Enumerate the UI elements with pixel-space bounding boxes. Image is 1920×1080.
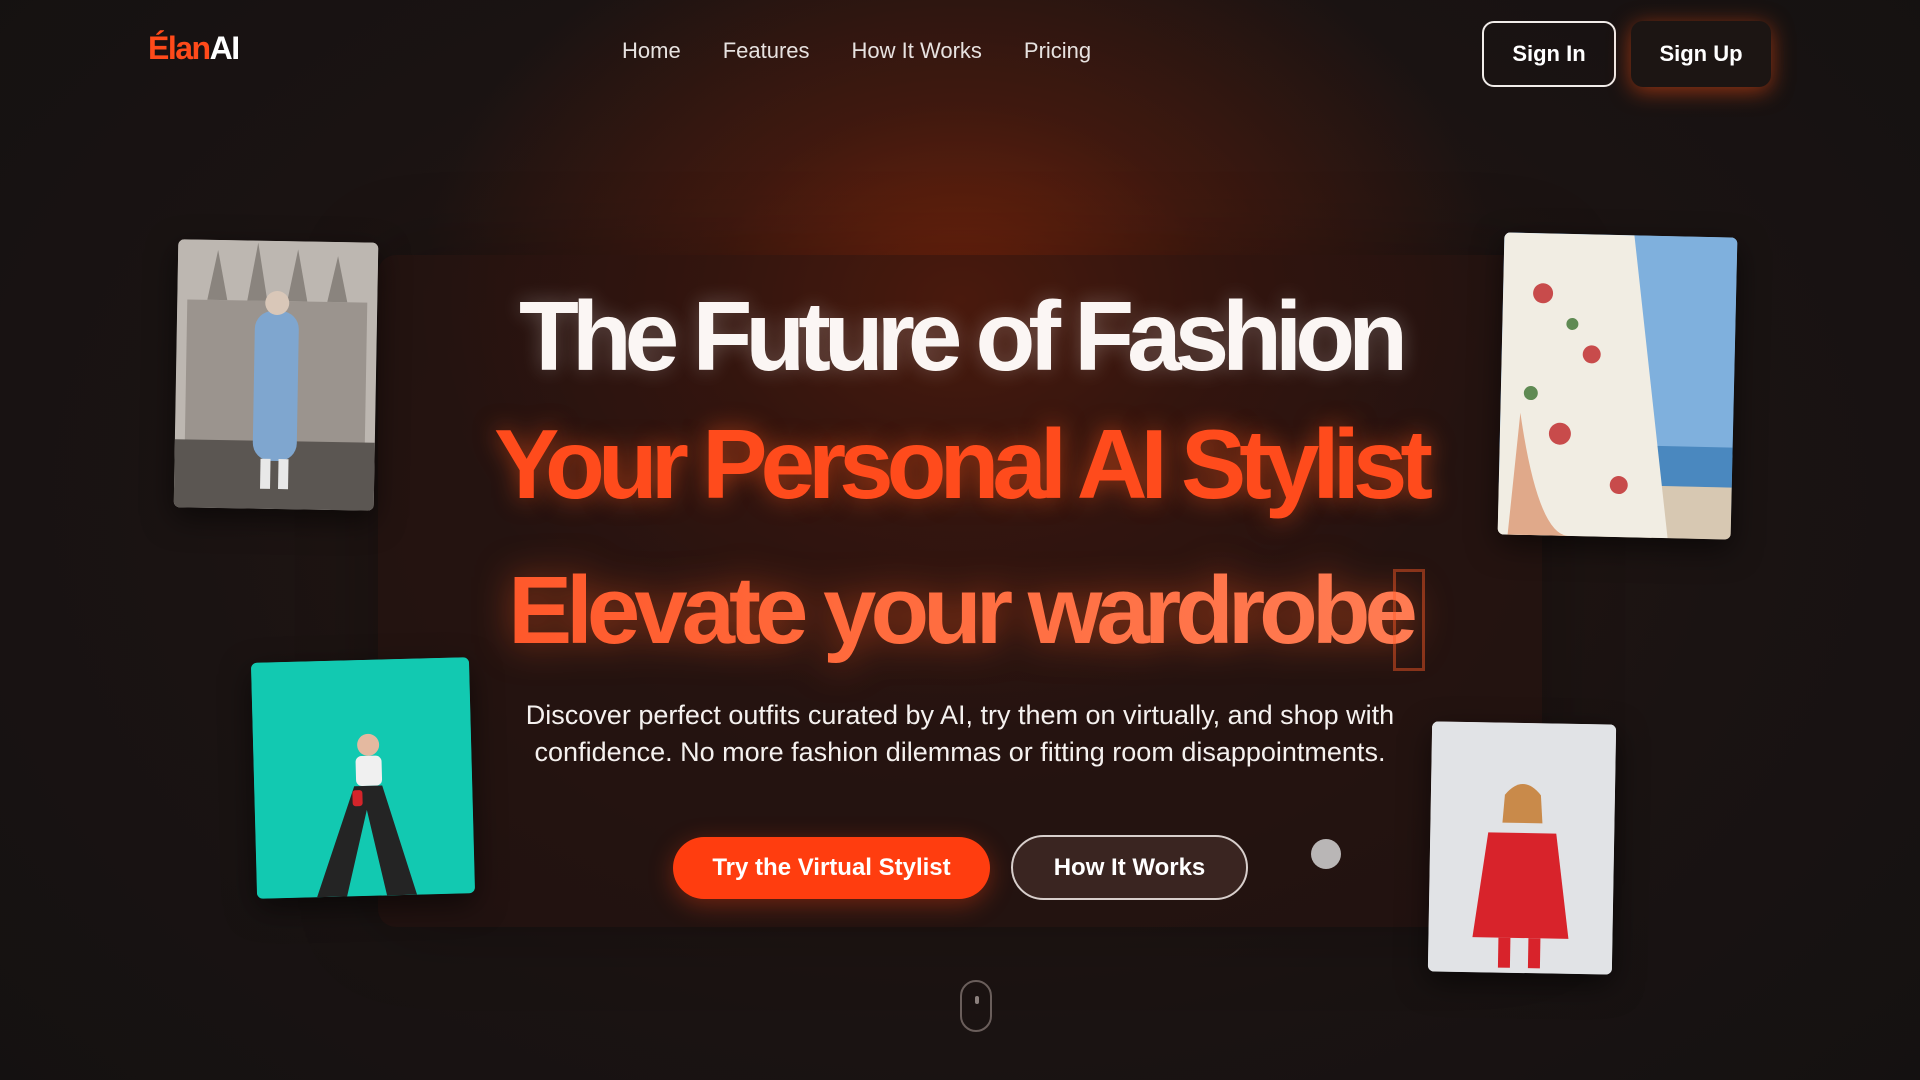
main-nav: Home Features How It Works Pricing: [622, 38, 1091, 64]
nav-home[interactable]: Home: [622, 38, 681, 64]
try-virtual-stylist-button[interactable]: Try the Virtual Stylist: [673, 837, 990, 899]
fashion-photo-teal-wall: [250, 657, 476, 899]
typing-caret: [1393, 569, 1425, 671]
sign-in-button[interactable]: Sign In: [1482, 21, 1616, 87]
scroll-mouse-icon[interactable]: [960, 980, 992, 1032]
logo-accent-text: Élan: [148, 30, 211, 66]
nav-features[interactable]: Features: [723, 38, 810, 64]
how-it-works-button[interactable]: How It Works: [1011, 835, 1248, 900]
nav-pricing[interactable]: Pricing: [1024, 38, 1091, 64]
hero-typing-text: Elevate your wardrobe: [0, 556, 1920, 666]
scroll-wheel: [975, 996, 979, 1004]
fashion-photo-red-sweater: [1427, 721, 1617, 975]
sign-up-button[interactable]: Sign Up: [1631, 21, 1771, 87]
logo-text: AI: [209, 30, 241, 66]
hero-description: Discover perfect outfits curated by AI, …: [525, 700, 1395, 767]
hero-title-secondary: Your Personal AI Stylist: [493, 409, 1433, 519]
cursor-dot: [1311, 839, 1341, 869]
brand-logo[interactable]: ÉlanAI: [148, 30, 241, 67]
nav-how-it-works[interactable]: How It Works: [852, 38, 982, 64]
hero-title-primary: The Future of Fashion: [519, 281, 1408, 391]
